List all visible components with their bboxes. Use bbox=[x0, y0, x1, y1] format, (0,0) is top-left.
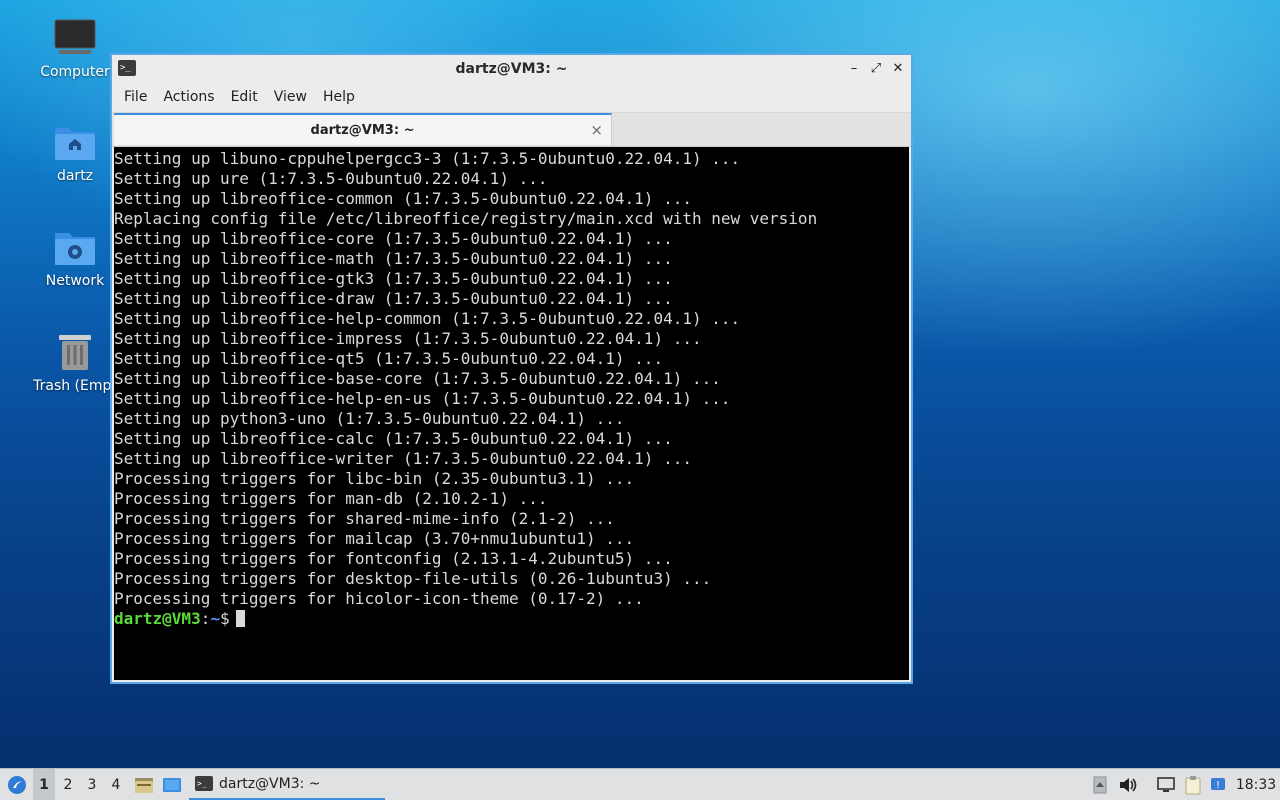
menu-file[interactable]: File bbox=[116, 89, 155, 105]
workspace-3[interactable]: 3 bbox=[81, 769, 103, 800]
workspace-4[interactable]: 4 bbox=[105, 769, 127, 800]
terminal-output[interactable]: Setting up libuno-cppuhelpergcc3-3 (1:7.… bbox=[114, 147, 909, 680]
terminal-line: Setting up libreoffice-writer (1:7.3.5-0… bbox=[114, 449, 692, 468]
terminal-line: Setting up ure (1:7.3.5-0ubuntu0.22.04.1… bbox=[114, 169, 548, 188]
maximize-button[interactable]: ⤢ bbox=[867, 59, 885, 77]
terminal-line: Setting up libreoffice-qt5 (1:7.3.5-0ubu… bbox=[114, 349, 664, 368]
minimize-button[interactable]: – bbox=[845, 59, 863, 77]
terminal-line: Processing triggers for shared-mime-info… bbox=[114, 509, 615, 528]
prompt-user-host: dartz@VM3 bbox=[114, 609, 201, 628]
menu-view[interactable]: View bbox=[266, 89, 315, 105]
network-folder-icon bbox=[55, 233, 95, 265]
text-cursor bbox=[235, 610, 245, 627]
terminal-line: Processing triggers for hicolor-icon-the… bbox=[114, 589, 644, 608]
workspace-1[interactable]: 1 bbox=[33, 769, 55, 800]
taskbar: 1 2 3 4 >_ dartz@VM3: ~ ! 18:33 bbox=[0, 768, 1280, 800]
volume-button[interactable] bbox=[1116, 769, 1140, 800]
window-controls: – ⤢ ✕ bbox=[845, 59, 907, 77]
desktop-icon bbox=[163, 777, 181, 792]
terminal-line: Processing triggers for mailcap (3.70+nm… bbox=[114, 529, 635, 548]
terminal-line: Processing triggers for fontconfig (2.13… bbox=[114, 549, 673, 568]
tray-arrow-button[interactable] bbox=[1090, 769, 1110, 800]
start-menu-button[interactable] bbox=[4, 769, 30, 800]
window-title: dartz@VM3: ~ bbox=[455, 60, 568, 77]
home-folder-icon bbox=[55, 128, 95, 160]
terminal-window[interactable]: >_ dartz@VM3: ~ – ⤢ ✕ File Actions Edit … bbox=[110, 53, 913, 684]
prompt-separator: : bbox=[200, 609, 211, 628]
menu-help[interactable]: Help bbox=[315, 89, 363, 105]
menu-actions[interactable]: Actions bbox=[155, 89, 222, 105]
terminal-line: Setting up libreoffice-help-common (1:7.… bbox=[114, 309, 741, 328]
update-notifier-button[interactable]: ! bbox=[1207, 769, 1229, 800]
network-button[interactable] bbox=[1154, 769, 1178, 800]
prompt-path: ~ bbox=[210, 609, 220, 628]
clock[interactable]: 18:33 bbox=[1234, 769, 1278, 800]
terminal-line: Setting up libreoffice-impress (1:7.3.5-… bbox=[114, 329, 702, 348]
terminal-line: Setting up python3-uno (1:7.3.5-0ubuntu0… bbox=[114, 409, 625, 428]
window-titlebar[interactable]: >_ dartz@VM3: ~ – ⤢ ✕ bbox=[112, 55, 911, 82]
terminal-line: Processing triggers for desktop-file-uti… bbox=[114, 569, 712, 588]
file-manager-icon bbox=[135, 777, 153, 793]
network-icon bbox=[1157, 776, 1175, 792]
menu-edit[interactable]: Edit bbox=[223, 89, 266, 105]
clipboard-button[interactable] bbox=[1181, 769, 1205, 800]
volume-icon bbox=[1120, 777, 1137, 792]
tab-label: dartz@VM3: ~ bbox=[310, 122, 415, 138]
tab-terminal[interactable]: dartz@VM3: ~ × bbox=[114, 113, 612, 145]
task-label: dartz@VM3: ~ bbox=[219, 775, 321, 792]
tab-close-icon[interactable]: × bbox=[590, 121, 603, 139]
terminal-lines: Setting up libuno-cppuhelpergcc3-3 (1:7.… bbox=[114, 149, 909, 609]
prompt-symbol: $ bbox=[219, 609, 230, 628]
file-manager-launcher[interactable] bbox=[132, 769, 156, 800]
terminal-line: Setting up libreoffice-math (1:7.3.5-0ub… bbox=[114, 249, 673, 268]
update-notifier-icon: ! bbox=[1211, 777, 1225, 791]
close-button[interactable]: ✕ bbox=[889, 59, 907, 77]
terminal-line: Setting up libreoffice-core (1:7.3.5-0ub… bbox=[114, 229, 673, 248]
workspace-2[interactable]: 2 bbox=[57, 769, 79, 800]
terminal-line: Setting up libreoffice-gtk3 (1:7.3.5-0ub… bbox=[114, 269, 673, 288]
taskbar-task-terminal[interactable]: >_ dartz@VM3: ~ bbox=[189, 769, 385, 800]
svg-text:!: ! bbox=[1216, 780, 1220, 791]
tab-bar: dartz@VM3: ~ × bbox=[112, 113, 911, 147]
computer-icon bbox=[54, 19, 96, 54]
terminal-line: Processing triggers for libc-bin (2.35-0… bbox=[114, 469, 635, 488]
terminal-line: Setting up libreoffice-draw (1:7.3.5-0ub… bbox=[114, 289, 673, 308]
terminal-task-icon: >_ bbox=[195, 776, 213, 791]
terminal-line: Setting up libreoffice-base-core (1:7.3.… bbox=[114, 369, 721, 388]
trash-icon bbox=[59, 335, 91, 370]
terminal-line: Processing triggers for man-db (2.10.2-1… bbox=[114, 489, 548, 508]
menubar: File Actions Edit View Help bbox=[112, 82, 911, 113]
terminal-line: Setting up libreoffice-common (1:7.3.5-0… bbox=[114, 189, 692, 208]
tray-expand-icon bbox=[1093, 776, 1107, 793]
clipboard-icon bbox=[1185, 775, 1201, 794]
terminal-line: Setting up libreoffice-calc (1:7.3.5-0ub… bbox=[114, 429, 673, 448]
terminal-prompt[interactable]: dartz@VM3:~$ bbox=[114, 609, 909, 629]
terminal-line: Replacing config file /etc/libreoffice/r… bbox=[114, 209, 818, 228]
terminal-line: Setting up libreoffice-help-en-us (1:7.3… bbox=[114, 389, 731, 408]
terminal-line: Setting up libuno-cppuhelpergcc3-3 (1:7.… bbox=[114, 149, 741, 168]
lubuntu-logo-icon bbox=[8, 775, 26, 794]
terminal-app-icon[interactable]: >_ bbox=[118, 60, 136, 76]
show-desktop-launcher[interactable] bbox=[160, 769, 184, 800]
